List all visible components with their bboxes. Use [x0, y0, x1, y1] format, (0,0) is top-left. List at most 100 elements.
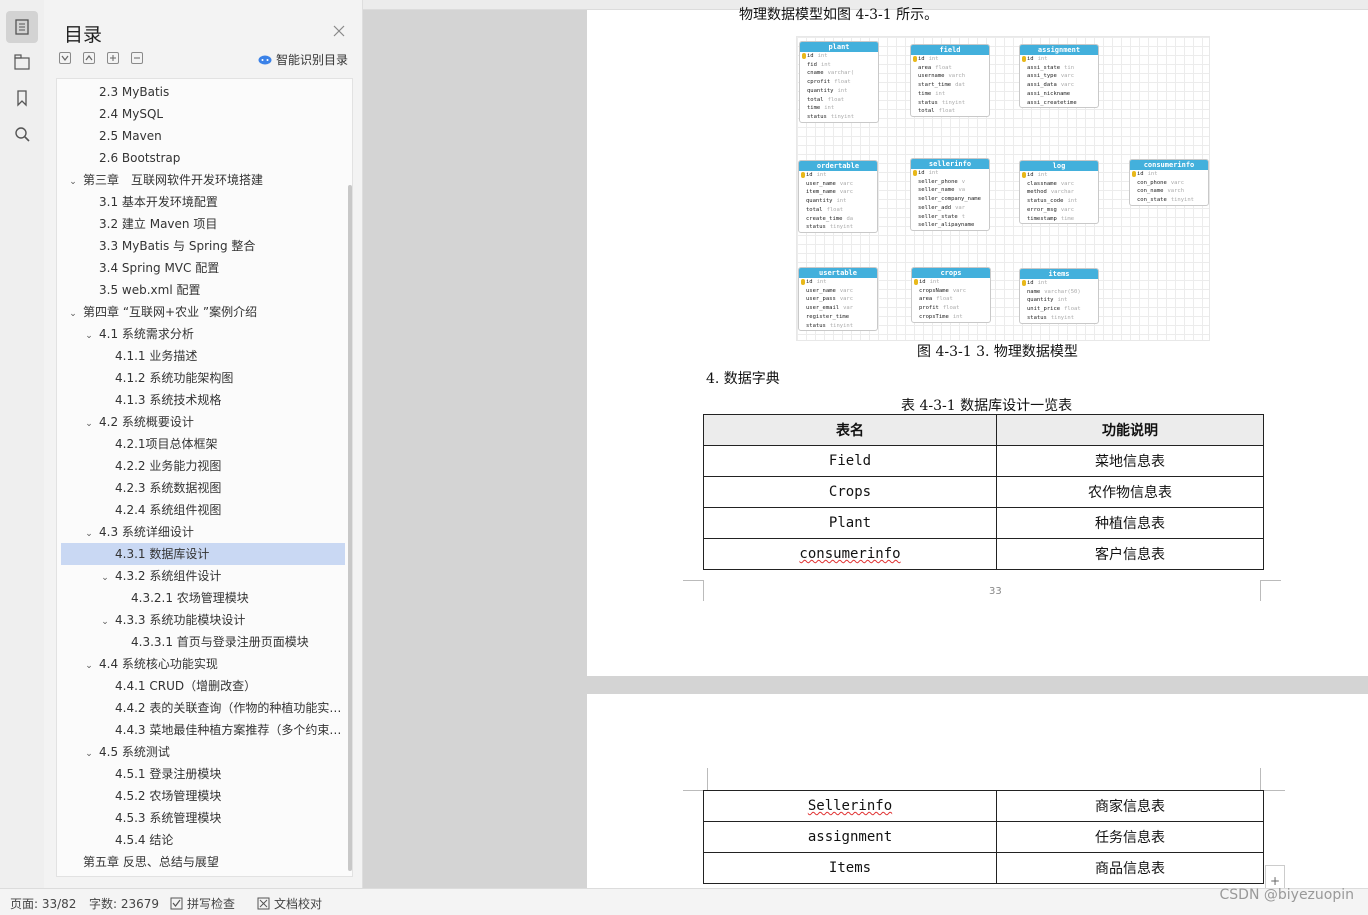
toc-item[interactable]: 4.2.4 系统组件视图 [61, 499, 345, 521]
search-button[interactable] [6, 118, 38, 150]
toc-item[interactable]: 4.1.3 系统技术规格 [61, 389, 345, 411]
toc-item[interactable]: 4.4.3 菜地最佳种植方案推荐（多个约束条件） [61, 719, 345, 741]
toc-item[interactable]: 4.4.1 CRUD（增删改查） [61, 675, 345, 697]
chevron-down-icon[interactable]: ⌄ [83, 523, 95, 543]
chevron-down-icon[interactable]: ⌄ [83, 655, 95, 675]
toc-item[interactable]: 3.5 web.xml 配置 [61, 279, 345, 301]
toc-item[interactable]: 第五章 反思、总结与展望 [61, 851, 345, 873]
toc-item[interactable]: 4.5.4 结论 [61, 829, 345, 851]
smart-recognize-button[interactable]: 智能识别目录 [258, 51, 348, 68]
bookmark-button[interactable] [6, 82, 38, 114]
er-field-name: cprofit [807, 79, 831, 86]
toc-item[interactable]: 4.4.2 表的关联查询（作物的种植功能实现） [61, 697, 345, 719]
spell-check-button[interactable]: 拼写检查 [170, 895, 235, 912]
toc-item-label: 第四章 “互联网+农业 ”案例介绍 [83, 305, 258, 319]
toc-item[interactable]: 4.3.2.1 农场管理模块 [61, 587, 345, 609]
toc-item-label: 4.2.4 系统组件视图 [115, 503, 222, 517]
er-table-title: plant [800, 42, 878, 52]
er-field-name: cropsTime [919, 313, 949, 320]
table-cell-desc: 商品信息表 [996, 852, 1264, 884]
toc-item[interactable]: 4.3.3.1 首页与登录注册页面模块 [61, 631, 345, 653]
toc-item[interactable]: 2.3 MyBatis [61, 81, 345, 103]
chevron-down-icon[interactable]: ⌄ [83, 413, 95, 433]
header-desc: 功能说明 [996, 414, 1264, 446]
er-field-name: total [807, 96, 824, 103]
toc-item-label: 4.3 系统详细设计 [99, 525, 194, 539]
chevron-down-icon[interactable]: ⌄ [67, 303, 79, 323]
er-field-type: int [1147, 171, 1158, 177]
toc-item[interactable]: 3.3 MyBatis 与 Spring 整合 [61, 235, 345, 257]
er-field: timestamp time [1020, 215, 1098, 224]
chevron-down-icon[interactable]: ⌄ [83, 743, 95, 763]
toc-item[interactable]: ⌄ 4.3.2 系统组件设计 [61, 565, 345, 587]
key-icon [1022, 172, 1026, 178]
er-field-type: varc [839, 287, 854, 294]
er-field: start_time dat [911, 81, 989, 90]
toc-item-label: 4.1.3 系统技术规格 [115, 393, 222, 407]
toc-item[interactable]: 4.5.3 系统管理模块 [61, 807, 345, 829]
toc-item-label: 4.3.3.1 首页与登录注册页面模块 [131, 635, 309, 649]
toc-item[interactable]: 3.1 基本开发环境配置 [61, 191, 345, 213]
er-field-type: float [826, 206, 844, 213]
toc-scrollbar[interactable] [348, 185, 352, 871]
add-icon[interactable]: + [1265, 865, 1285, 888]
collapse-all-icon[interactable] [83, 52, 95, 64]
toc-item[interactable]: ⌄ 4.3 系统详细设计 [61, 521, 345, 543]
toc-item-label: 4.4.1 CRUD（增删改查） [115, 679, 257, 693]
status-bar: 页面: 33/82 字数: 23679 拼写检查 文档校对 [0, 888, 1368, 915]
er-field: id int [912, 278, 990, 287]
add-heading-icon[interactable] [107, 52, 119, 64]
er-field: user_name varc [799, 287, 877, 296]
toc-item[interactable]: ⌄ 第三章 互联网软件开发环境搭建 [61, 169, 345, 191]
toc-item[interactable]: 3.2 建立 Maven 项目 [61, 213, 345, 235]
toc-item[interactable]: 4.5.1 登录注册模块 [61, 763, 345, 785]
er-field: time int [800, 104, 878, 113]
toc-item-label: 3.4 Spring MVC 配置 [99, 261, 220, 275]
close-icon[interactable] [332, 23, 346, 37]
er-field: id int [800, 52, 878, 61]
toc-item[interactable]: 4.1.1 业务描述 [61, 345, 345, 367]
toc-item[interactable]: 2.5 Maven [61, 125, 345, 147]
toc-item[interactable]: 4.2.3 系统数据视图 [61, 477, 345, 499]
toc-item[interactable]: 4.1.2 系统功能架构图 [61, 367, 345, 389]
toc-item[interactable]: ⌄ 第四章 “互联网+农业 ”案例介绍 [61, 301, 345, 323]
toc-item[interactable]: 3.4 Spring MVC 配置 [61, 257, 345, 279]
er-field: assi_data varc [1020, 81, 1098, 90]
expand-all-icon[interactable] [59, 52, 71, 64]
toc-item[interactable]: 4.3.1 数据库设计 [61, 543, 345, 565]
toc-item[interactable]: 2.6 Bootstrap [61, 147, 345, 169]
toc-item[interactable]: ⌄ 4.2 系统概要设计 [61, 411, 345, 433]
margin-mark [1260, 580, 1281, 601]
toc-item[interactable]: ⌄ 4.5 系统测试 [61, 741, 345, 763]
toc-list: 2.3 MyBatis 2.4 MySQL 2.5 Maven 2.6 Bootstr… [56, 78, 353, 877]
remove-heading-icon[interactable] [131, 52, 143, 64]
proofread-button[interactable]: 文档校对 [257, 895, 322, 912]
chevron-down-icon[interactable]: ⌄ [99, 567, 111, 587]
er-field-type: varc [1060, 180, 1075, 187]
toc-item[interactable]: ⌄ 4.1 系统需求分析 [61, 323, 345, 345]
toc-item[interactable]: 4.5.2 农场管理模块 [61, 785, 345, 807]
data-dictionary-table-cont: Sellerinfo 商家信息表 assignment 任务信息表 Items 商品信息表 [703, 790, 1264, 884]
er-field: area float [911, 64, 989, 73]
er-field-name: id [918, 56, 925, 62]
word-count[interactable]: 字数: 23679 [89, 895, 159, 912]
toc-toggle-button[interactable] [6, 11, 38, 43]
er-field-name: id [806, 172, 813, 178]
navigation-button[interactable] [6, 46, 38, 78]
toc-item[interactable]: 4.2.2 业务能力视图 [61, 455, 345, 477]
nav-pane-icon [14, 54, 30, 70]
cloud-ai-icon [258, 55, 272, 65]
er-field-name: seller_phone [918, 178, 958, 185]
toc-item[interactable]: 2.4 MySQL [61, 103, 345, 125]
chevron-down-icon[interactable]: ⌄ [83, 325, 95, 345]
toc-item[interactable]: ⌄ 4.4 系统核心功能实现 [61, 653, 345, 675]
page-indicator[interactable]: 页面: 33/82 [10, 895, 76, 912]
er-field-type: tinyint [1050, 314, 1075, 321]
toc-item[interactable]: ⌄ 4.3.3 系统功能模块设计 [61, 609, 345, 631]
er-field-type: varch [1167, 188, 1185, 195]
chevron-down-icon[interactable]: ⌄ [99, 611, 111, 631]
toc-item[interactable]: 4.2.1项目总体框架 [61, 433, 345, 455]
chevron-down-icon[interactable]: ⌄ [67, 171, 79, 191]
er-table: consumerinfo id int con_phone varc con_name va… [1129, 159, 1209, 206]
table-cell-name: Items [703, 852, 997, 884]
